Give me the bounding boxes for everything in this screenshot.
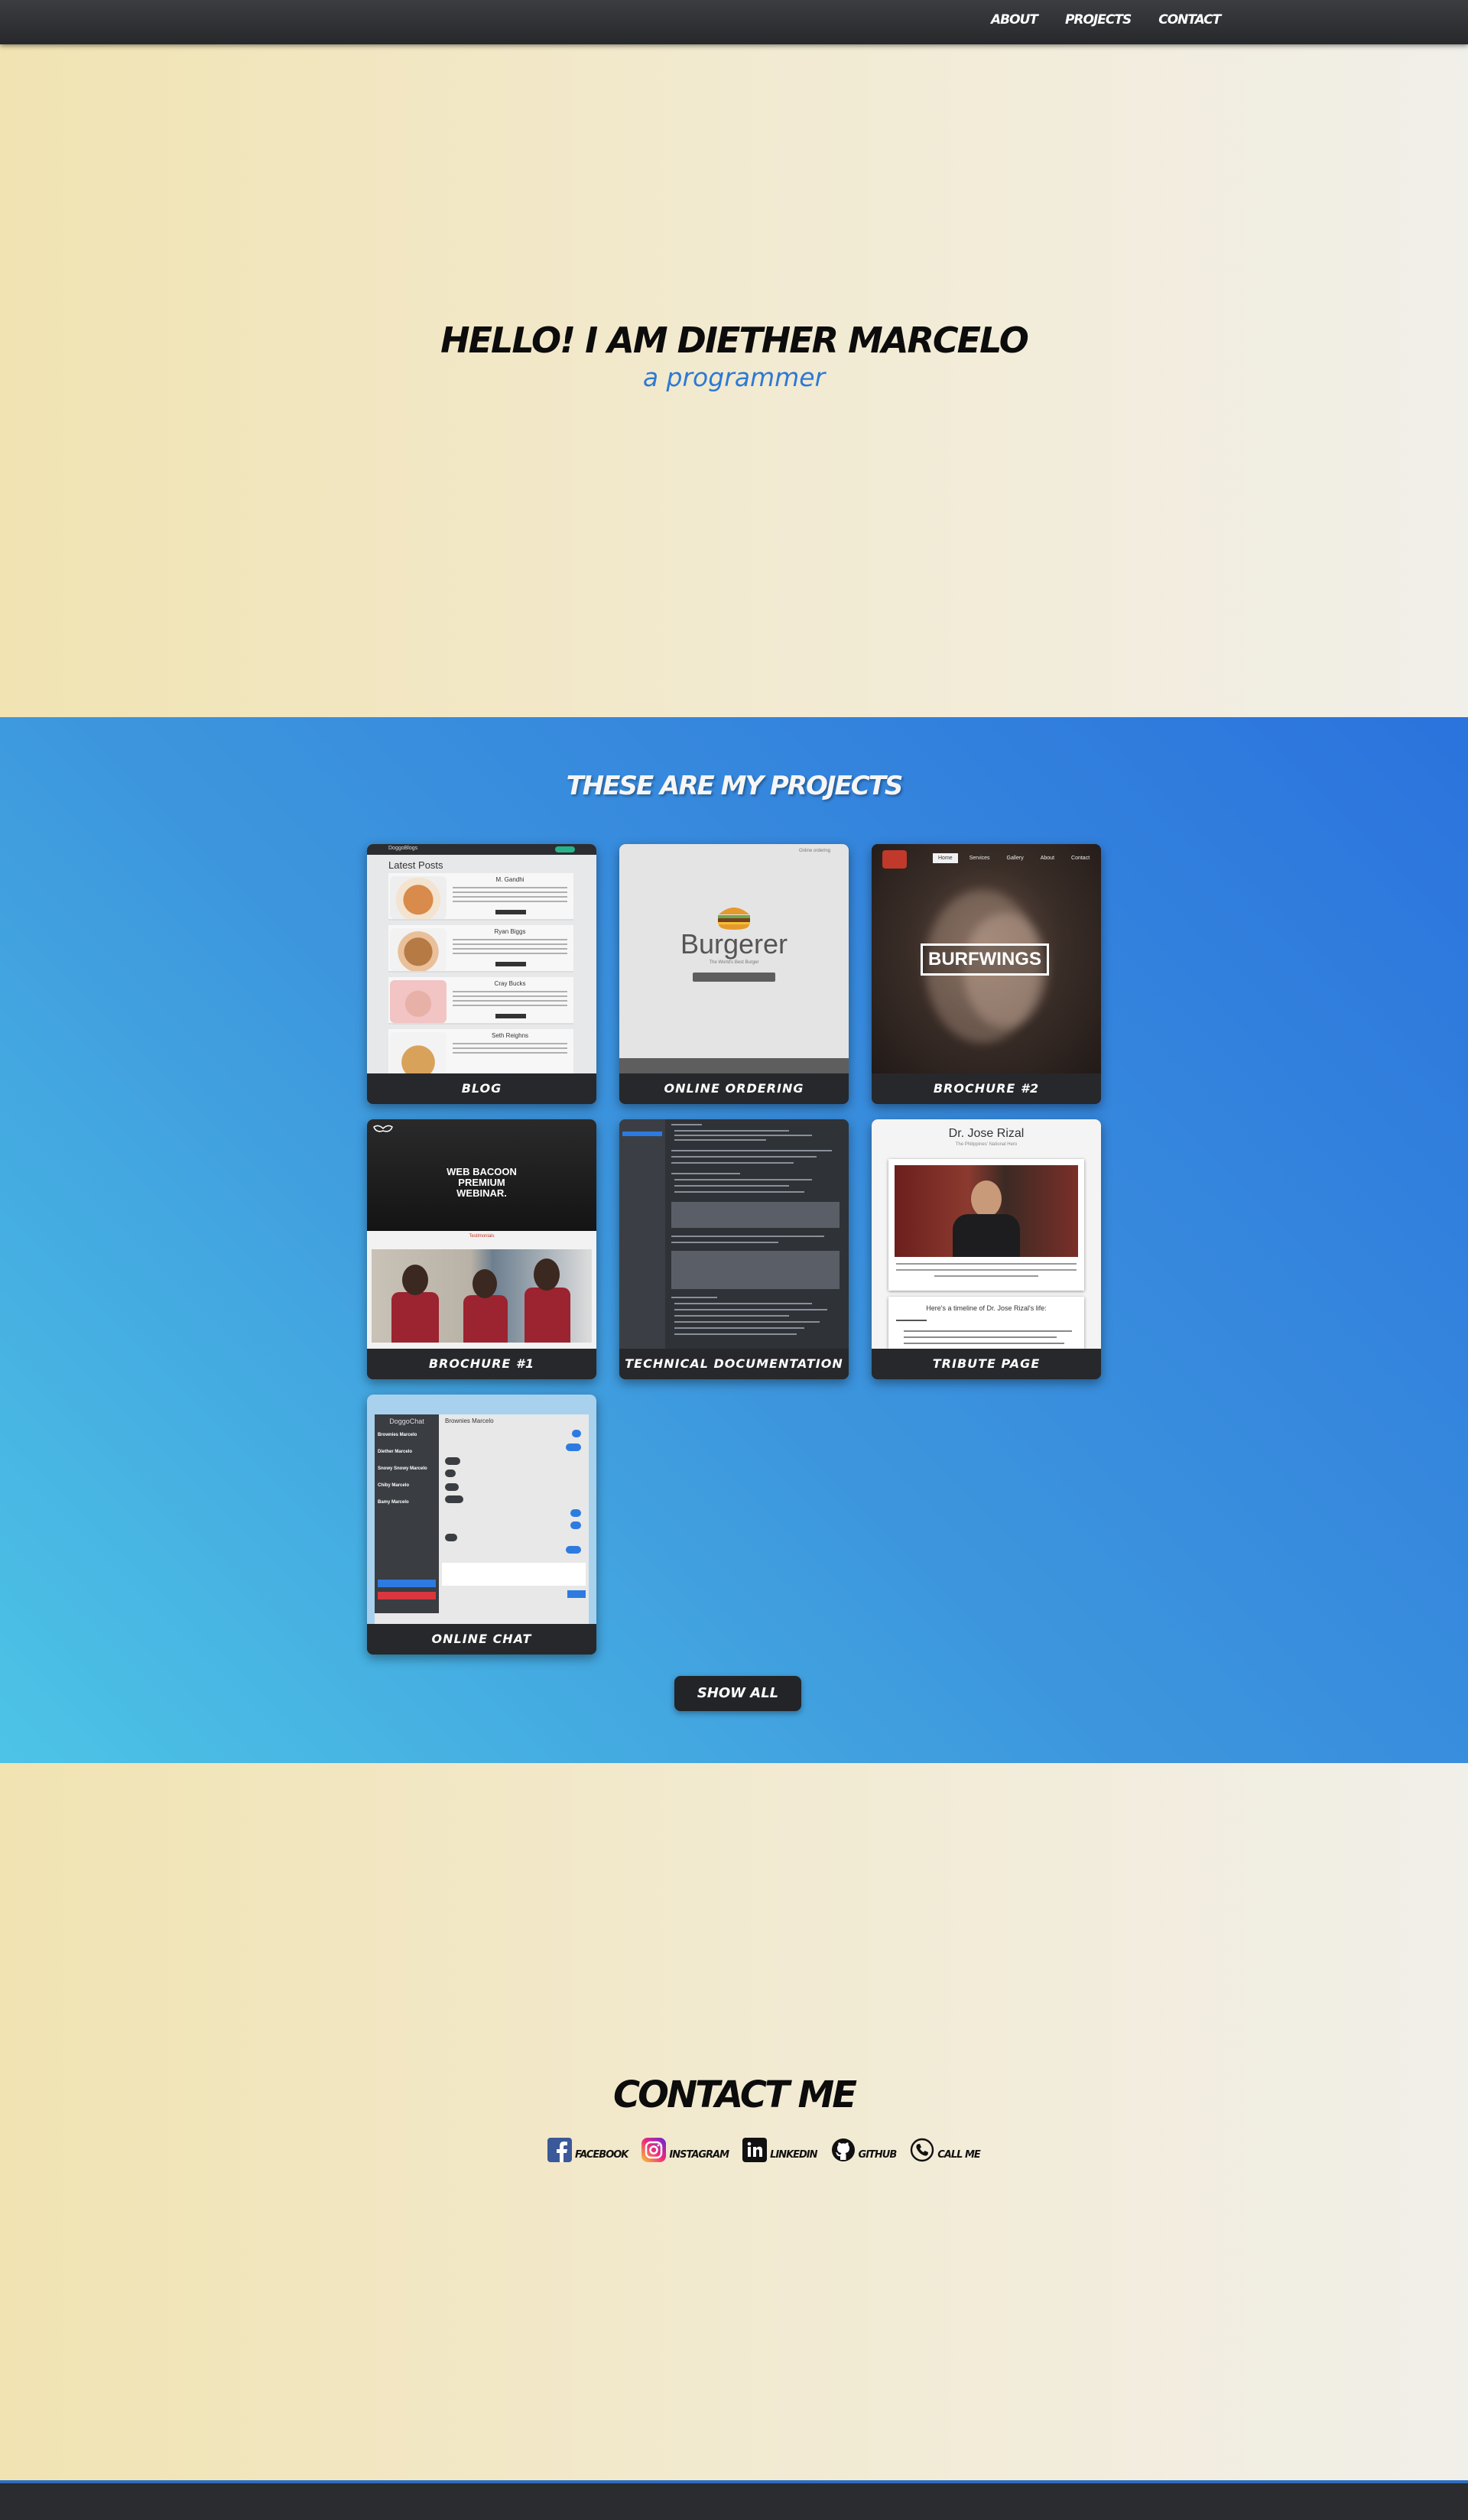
thumb-app-title: DoggoChat: [389, 1418, 424, 1425]
nav-about-link[interactable]: ABOUT: [991, 12, 1038, 28]
thumb-post: Seth Reighns: [388, 1029, 573, 1073]
nav-contact-link[interactable]: CONTACT: [1158, 12, 1221, 28]
thumb-post: Ryan Biggs: [388, 925, 573, 973]
instagram-link[interactable]: INSTAGRAM: [641, 2138, 729, 2162]
call-me-link[interactable]: CALL ME: [910, 2138, 981, 2162]
thumb-chat-header: Brownies Marcelo: [445, 1418, 494, 1424]
github-link[interactable]: GITHUB: [831, 2138, 897, 2162]
contact-section: CONTACT ME FACEBOOK INSTAGRAM LINKEDIN G…: [0, 1763, 1468, 2480]
github-icon: [831, 2138, 856, 2162]
nav-links: ABOUT PROJECTS CONTACT: [991, 12, 1248, 28]
page-footer: [0, 2480, 1468, 2520]
project-card-online-chat[interactable]: DoggoChat Brownies Marcelo Diether Marce…: [367, 1395, 596, 1655]
linkedin-link[interactable]: LINKEDIN: [742, 2138, 818, 2162]
thumb-heading: Dr. Jose Rizal: [948, 1127, 1025, 1140]
project-card-label: BLOG: [367, 1073, 596, 1104]
project-card-brochure-2[interactable]: Home Services Gallery About Contact BURF…: [872, 844, 1101, 1104]
thumb-brand: Burgerer: [680, 928, 788, 960]
thumb-menu: Home Services Gallery About Contact: [933, 853, 1095, 863]
hero-title: HELLO! I AM DIETHER MARCELO: [440, 320, 1029, 361]
blog-thumbnail: DoggoBlogs Latest Posts M. Gandhi Ryan B…: [367, 844, 596, 1073]
top-navbar: ABOUT PROJECTS CONTACT: [0, 0, 1468, 44]
hero-section: HELLO! I AM DIETHER MARCELO a programmer: [0, 44, 1468, 717]
nav-projects-link[interactable]: PROJECTS: [1065, 12, 1132, 28]
thumb-subheading: Here's a timeline of Dr. Jose Rizal's li…: [926, 1304, 1047, 1312]
projects-section: THESE ARE MY PROJECTS DoggoBlogs Latest …: [0, 717, 1468, 1763]
project-card-tribute-page[interactable]: Dr. Jose Rizal The Philippines' National…: [872, 1119, 1101, 1379]
project-card-online-ordering[interactable]: Online ordering Burgerer The World's Bes…: [619, 844, 849, 1104]
hero-subtitle: a programmer: [642, 362, 826, 392]
thumb-brand: BURFWINGS: [921, 943, 1049, 976]
project-card-label: ONLINE ORDERING: [619, 1073, 849, 1104]
projects-title: THESE ARE MY PROJECTS: [566, 771, 904, 801]
online-ordering-thumbnail: Online ordering Burgerer The World's Bes…: [619, 844, 849, 1073]
thumb-heading: WEB BACOON PREMIUM WEBINAR.: [447, 1166, 517, 1199]
thumb-navbar: DoggoBlogs: [367, 844, 596, 855]
phone-icon: [910, 2138, 934, 2162]
brochure-1-thumbnail: WEB BACOON PREMIUM WEBINAR. Testimonials: [367, 1119, 596, 1349]
project-card-brochure-1[interactable]: WEB BACOON PREMIUM WEBINAR. Testimonials…: [367, 1119, 596, 1379]
linkedin-icon: [742, 2138, 768, 2162]
facebook-link[interactable]: FACEBOOK: [547, 2138, 628, 2162]
project-card-label: TRIBUTE PAGE: [872, 1349, 1101, 1379]
tribute-page-thumbnail: Dr. Jose Rizal The Philippines' National…: [872, 1119, 1101, 1349]
thumb-post: Cray Bucks: [388, 977, 573, 1025]
mask-logo-icon: [373, 1125, 393, 1132]
thumb-portrait: [895, 1165, 1078, 1257]
technical-documentation-thumbnail: [619, 1119, 849, 1349]
contact-links: FACEBOOK INSTAGRAM LINKEDIN GITHUB CALL …: [547, 2138, 994, 2162]
thumb-logo: [882, 850, 907, 869]
project-card-label: BROCHURE #1: [367, 1349, 596, 1379]
thumb-heading: Latest Posts: [388, 859, 443, 871]
instagram-icon: [641, 2138, 667, 2162]
project-card-blog[interactable]: DoggoBlogs Latest Posts M. Gandhi Ryan B…: [367, 844, 596, 1104]
thumb-post: M. Gandhi: [388, 873, 573, 921]
project-card-label: TECHNICAL DOCUMENTATION: [619, 1349, 849, 1379]
thumb-photo: [372, 1249, 592, 1343]
facebook-icon: [547, 2138, 572, 2162]
contact-title: CONTACT ME: [612, 2073, 857, 2116]
burger-icon: [718, 908, 750, 930]
project-card-technical-documentation[interactable]: TECHNICAL DOCUMENTATION: [619, 1119, 849, 1379]
online-chat-thumbnail: DoggoChat Brownies Marcelo Diether Marce…: [367, 1395, 596, 1624]
show-all-button[interactable]: SHOW ALL: [674, 1676, 801, 1711]
project-card-label: ONLINE CHAT: [367, 1624, 596, 1655]
project-card-label: BROCHURE #2: [872, 1073, 1101, 1104]
brochure-2-thumbnail: Home Services Gallery About Contact BURF…: [872, 844, 1101, 1073]
